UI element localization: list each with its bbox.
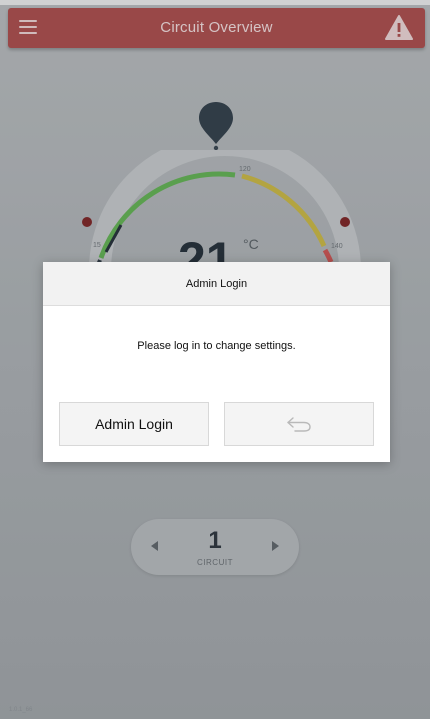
dialog-message: Please log in to change settings. xyxy=(137,340,296,352)
dialog-title: Admin Login xyxy=(43,262,390,306)
back-button[interactable] xyxy=(224,402,374,446)
back-arrow-icon xyxy=(287,417,311,432)
admin-login-button[interactable]: Admin Login xyxy=(59,402,209,446)
admin-login-dialog: Admin Login Please log in to change sett… xyxy=(43,262,390,462)
